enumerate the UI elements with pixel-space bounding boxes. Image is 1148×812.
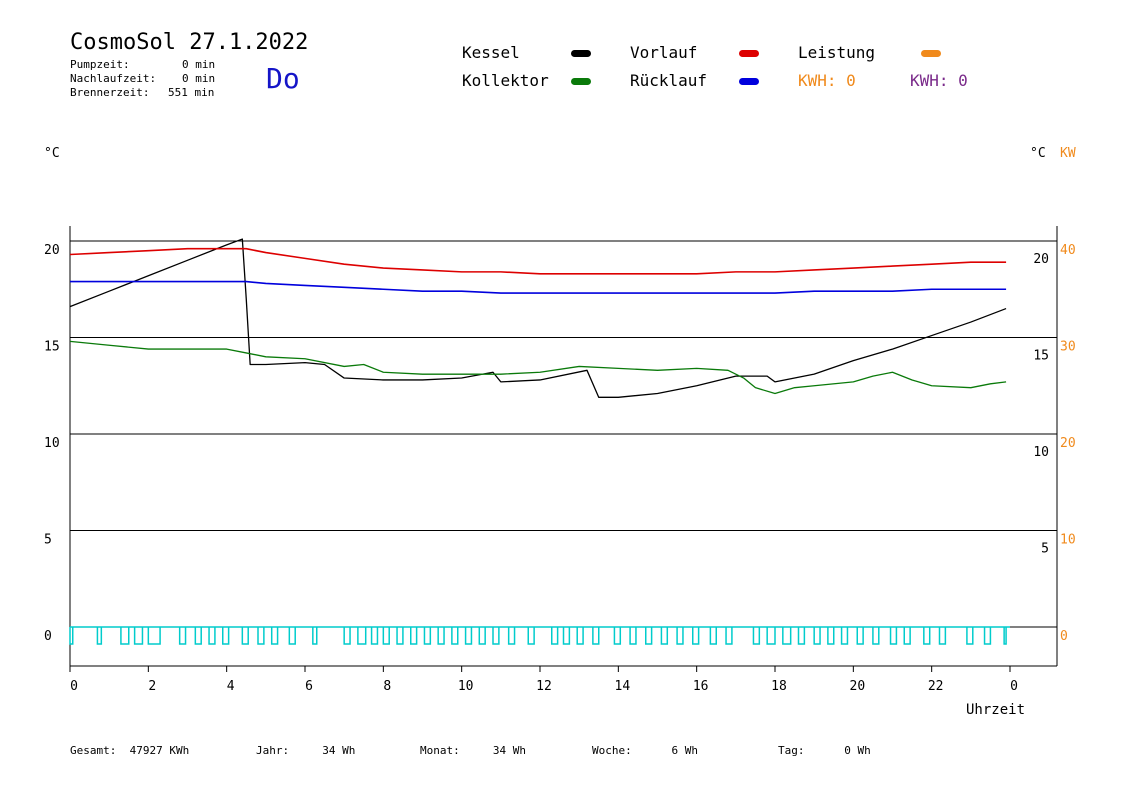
x-tick-label: 14 <box>615 679 631 694</box>
footer-tag: Tag: 0 Wh <box>778 744 871 757</box>
y-tick-label-right-kw: 30 <box>1060 340 1076 355</box>
y-tick-label-right-kw: 10 <box>1060 533 1076 548</box>
y-tick-label-left: 5 <box>44 533 52 548</box>
y-tick-label-right-celsius: 10 <box>1033 445 1049 460</box>
footer-woche: Woche: 6 Wh <box>592 744 698 757</box>
y-tick-label-left: 10 <box>44 436 60 451</box>
pump-activity-series <box>69 627 1007 645</box>
x-tick-label: 6 <box>305 679 313 694</box>
x-tick-label: 18 <box>771 679 787 694</box>
x-axis-label: Uhrzeit <box>966 702 1026 718</box>
x-tick-label: 8 <box>383 679 391 694</box>
temperature-chart: 0 2 4 6 8 10 12 14 16 18 20 22 0 0 5 10 15 20 5 10 15 20 0 10 20… <box>44 226 1076 694</box>
y-tick-label-left: 20 <box>44 243 60 258</box>
series-kollektor <box>69 340 1007 395</box>
footer-gesamt: Gesamt: 47927 KWh <box>70 744 190 757</box>
y-tick-label-left: 15 <box>44 340 60 355</box>
series-ruecklauf <box>70 280 1007 294</box>
x-tick-label: 0 <box>70 679 78 694</box>
x-tick-label: 12 <box>536 679 552 694</box>
x-tick-label: 0 <box>1010 679 1018 694</box>
x-tick-label: 2 <box>148 679 156 694</box>
y-tick-label-right-celsius: 5 <box>1041 542 1049 557</box>
y-tick-label-left: 0 <box>44 629 52 644</box>
footer-jahr: Jahr: 34 Wh <box>256 744 356 757</box>
chart-grid <box>70 240 1057 628</box>
x-tick-label: 4 <box>227 679 235 694</box>
y-tick-label-right-kw: 0 <box>1060 629 1068 644</box>
series-vorlauf <box>69 247 1007 275</box>
y-tick-label-right-kw: 20 <box>1060 436 1076 451</box>
x-tick-label: 20 <box>850 679 866 694</box>
footer-monat: Monat: 34 Wh <box>420 744 526 757</box>
y-tick-label-right-kw: 40 <box>1060 243 1076 258</box>
x-tick-label: 16 <box>693 679 709 694</box>
x-tick-label: 22 <box>928 679 944 694</box>
x-tick-label: 10 <box>458 679 474 694</box>
y-tick-label-right-celsius: 20 <box>1033 252 1049 267</box>
series-kessel <box>69 238 1007 398</box>
y-tick-label-right-celsius: 15 <box>1033 349 1049 364</box>
chart-series <box>69 238 1010 645</box>
